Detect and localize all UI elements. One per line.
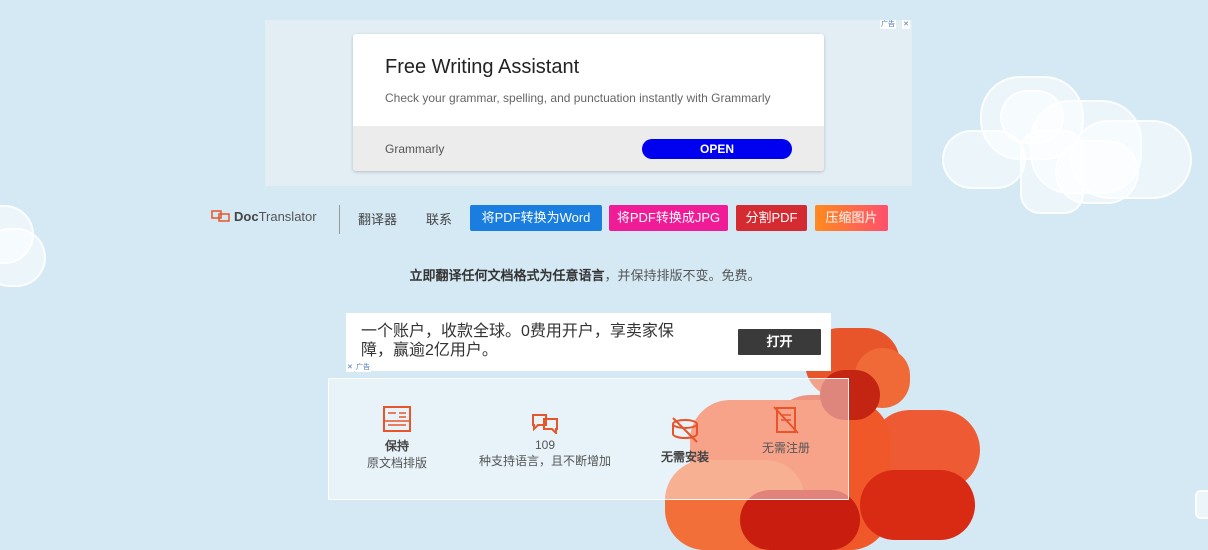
- logo-text-translator: Translator: [258, 209, 317, 224]
- compress-image-button[interactable]: 压缩图片: [815, 205, 888, 231]
- feature-languages: 109 种支持语言，且不断增加: [474, 412, 616, 469]
- decorative-bubble: [1020, 130, 1084, 214]
- pdf-to-jpg-button[interactable]: 将PDF转换成JPG: [609, 205, 728, 231]
- ad-choices-icon[interactable]: 广告: [880, 20, 896, 29]
- logo-text-doc: Doc: [234, 209, 259, 224]
- tagline-rest: ，并保持排版不变。免费。: [604, 268, 761, 283]
- nav-link-translator[interactable]: 翻译器: [358, 209, 397, 228]
- feature-title: 无需注册: [761, 441, 810, 455]
- ad-brand[interactable]: Grammarly: [385, 142, 444, 156]
- pdf-to-word-button[interactable]: 将PDF转换为Word: [470, 205, 602, 231]
- decorative-bubble: [1195, 490, 1208, 519]
- feature-no-install: 无需安装: [650, 416, 720, 465]
- ad-open-button[interactable]: OPEN: [642, 139, 792, 159]
- ad-close-icon[interactable]: ✕: [346, 363, 354, 372]
- nav-link-contact[interactable]: 联系: [426, 209, 452, 228]
- ad-footer: Grammarly OPEN: [353, 126, 824, 171]
- no-install-icon: [672, 417, 698, 443]
- feature-layout: 保持 原文档排版: [362, 405, 432, 471]
- feature-subtitle: 原文档排版: [366, 456, 427, 470]
- feature-title: 保持: [384, 439, 409, 453]
- feature-no-register: 无需注册: [750, 405, 822, 456]
- ad-description: Check your grammar, spelling, and punctu…: [385, 91, 771, 105]
- no-register-icon: [773, 406, 799, 434]
- tagline: 立即翻译任何文档格式为任意语言，并保持排版不变。免费。: [0, 265, 1170, 284]
- tagline-bold: 立即翻译任何文档格式为任意语言: [409, 268, 605, 283]
- logo[interactable]: DocTranslator: [211, 209, 317, 224]
- layout-icon: [383, 406, 411, 432]
- top-ad-card[interactable]: Free Writing Assistant Check your gramma…: [353, 34, 824, 171]
- mid-ad-text: 一个账户，收款全球。0费用开户，享卖家保障，赢逾2亿用户。: [361, 323, 674, 359]
- translate-icon: [532, 414, 558, 434]
- split-pdf-button[interactable]: 分割PDF: [736, 205, 807, 231]
- feature-title: 109: [534, 438, 556, 452]
- logo-icon: [211, 210, 230, 222]
- nav-divider: [339, 205, 340, 234]
- feature-title: 无需安装: [660, 450, 709, 464]
- decorative-bubble: [860, 470, 975, 540]
- mid-ad[interactable]: 一个账户，收款全球。0费用开户，享卖家保障，赢逾2亿用户。 打开: [346, 313, 831, 371]
- mid-ad-open-button[interactable]: 打开: [738, 329, 821, 355]
- feature-subtitle: 种支持语言，且不断增加: [478, 454, 611, 468]
- ad-choices-icon[interactable]: 广告: [355, 363, 371, 372]
- ad-title[interactable]: Free Writing Assistant: [385, 56, 579, 79]
- ad-close-icon[interactable]: ✕: [902, 20, 910, 29]
